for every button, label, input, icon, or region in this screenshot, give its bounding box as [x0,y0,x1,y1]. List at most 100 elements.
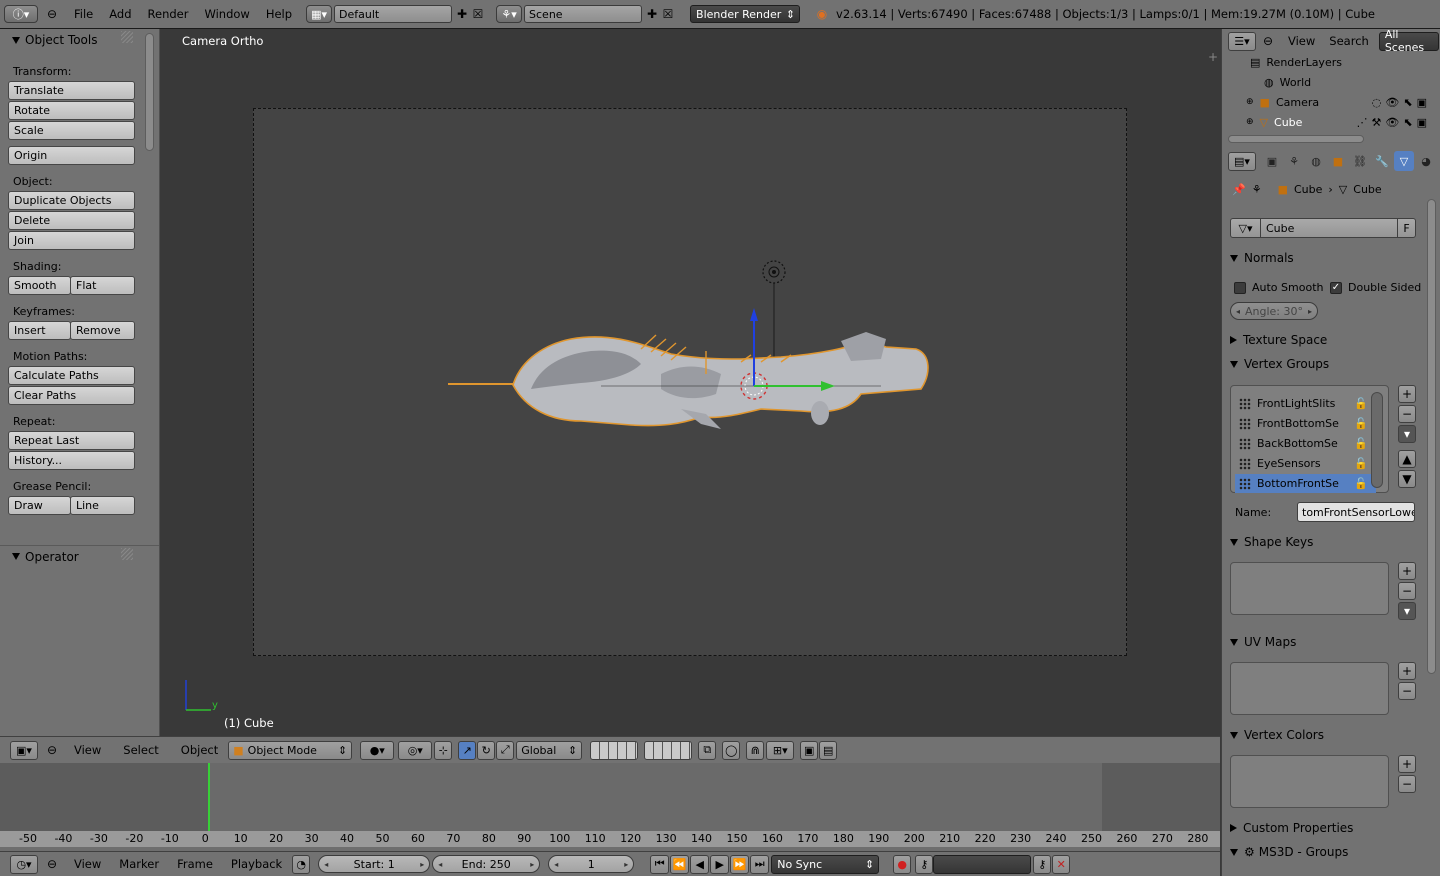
scale-button[interactable]: Scale [8,121,135,140]
menu-select[interactable]: Select [117,743,164,757]
menu-file[interactable]: File [66,7,101,21]
collapse-menu-icon[interactable]: ⊖ [44,6,60,22]
editor-type-timeline-icon[interactable]: ◷▾ [10,854,38,874]
tool-shelf-scrollbar[interactable] [145,33,154,151]
add-shape-key-icon[interactable]: + [1398,562,1416,580]
auto-smooth-checkbox[interactable]: Auto Smooth [1234,281,1323,294]
vertex-group-row-selected[interactable]: BottomFrontSe 🔓 [1235,474,1376,493]
smooth-button[interactable]: Smooth [8,276,71,295]
current-frame-cursor[interactable] [208,763,210,831]
auto-smooth-angle-field[interactable]: ◂ Angle: 30° ▸ [1230,302,1318,320]
select-cursor-icon[interactable]: ⬉ [1403,116,1412,129]
rotate-manipulator-icon[interactable]: ↻ [477,740,496,760]
shape-keys-list[interactable] [1230,562,1389,615]
display-mode-select[interactable]: All Scenes [1378,28,1439,54]
object-tools-panel-header[interactable]: Object Tools [0,29,159,51]
ms3d-groups-panel-header[interactable]: ⚙ MS3D - Groups [1230,841,1420,863]
lock-icon[interactable]: 🔓 [1354,397,1368,410]
expand-icon[interactable]: ⊕ [1246,117,1254,127]
timeline[interactable]: -50 -40 -30 -20 -10 0 10 20 30 40 50 60 70 80 90 100 110… [0,763,1220,851]
remove-keyframe-button[interactable]: Remove [70,321,135,340]
pin-icon[interactable]: 📌 [1232,183,1246,196]
double-sided-checkbox[interactable]: ✓ Double Sided [1330,281,1421,294]
increment-arrow-icon[interactable]: ▸ [420,860,424,869]
normals-panel-header[interactable]: Normals [1230,247,1420,269]
operator-panel-header[interactable]: Operator [0,545,159,567]
lock-icon[interactable]: 🔓 [1354,417,1368,430]
render-animation-icon[interactable]: ▤ [819,740,838,760]
lock-icon[interactable]: 🔓 [1354,477,1368,490]
menu-marker[interactable]: Marker [113,857,165,871]
render-engine-select[interactable]: Blender Render ⇕ [690,5,801,23]
3d-viewport[interactable]: Camera Ortho y + (1) Cube [161,29,1220,736]
delete-keying-set-icon[interactable]: ✕ [1052,854,1071,874]
render-camera-icon[interactable]: ▣ [1417,116,1427,129]
decrement-arrow-icon[interactable]: ◂ [324,860,328,869]
decrement-arrow-icon[interactable]: ◂ [1236,307,1240,316]
current-frame-field[interactable]: ◂ 1 ▸ [548,855,635,873]
menu-object[interactable]: Object [175,743,224,757]
lock-icon[interactable]: 🔓 [1354,457,1368,470]
outliner-row-world[interactable]: ◍ World [1222,72,1427,92]
properties-scrollbar[interactable] [1427,199,1436,674]
vertex-group-name-field[interactable]: tomFrontSensorLower [1297,502,1415,522]
sync-mode-select[interactable]: No Sync ⇕ [771,854,880,874]
duplicate-objects-button[interactable]: Duplicate Objects [8,191,135,210]
calculate-paths-button[interactable]: Calculate Paths [8,366,135,385]
orientation-select[interactable]: Global ⇕ [516,740,583,760]
decrement-arrow-icon[interactable]: ◂ [438,860,442,869]
menu-add[interactable]: Add [101,7,139,21]
visibility-eye-icon[interactable]: 👁 [1385,96,1399,109]
screen-layout-field[interactable]: Default [334,5,453,23]
add-scene-icon[interactable]: ✚ [644,6,660,22]
mesh-data-tab-icon[interactable]: ▽ [1394,151,1414,171]
repeat-last-button[interactable]: Repeat Last [8,431,135,450]
collapse-menu-icon[interactable]: ⊖ [1260,33,1276,49]
vertex-group-row[interactable]: FrontLightSlits 🔓 [1235,394,1376,413]
snap-element-icon[interactable]: ⊞▾ [766,740,795,760]
object-mode-select[interactable]: ■ Object Mode ⇕ [228,740,353,760]
outliner-row-renderlayers[interactable]: ▤ RenderLayers [1222,52,1427,72]
decrement-arrow-icon[interactable]: ◂ [554,860,558,869]
prev-keyframe-icon[interactable]: ⏪ [670,854,690,874]
lock-layers-icon[interactable]: ⧉ [698,740,717,760]
menu-playback[interactable]: Playback [225,857,288,871]
history-button[interactable]: History... [8,451,135,470]
visibility-eye-icon[interactable]: 👁 [1385,116,1399,129]
clear-paths-button[interactable]: Clear Paths [8,386,135,405]
increment-arrow-icon[interactable]: ▸ [624,860,628,869]
delete-scene-icon[interactable]: ☒ [660,6,676,22]
next-keyframe-icon[interactable]: ⏩ [730,854,750,874]
snap-toggle-icon[interactable]: ⋒ [746,740,765,760]
record-keyframe-icon[interactable]: ● [893,854,912,874]
vertex-colors-list[interactable] [1230,755,1389,808]
proportional-edit-icon[interactable]: ◯ [722,740,741,760]
origin-button[interactable]: Origin [8,146,135,165]
translate-button[interactable]: Translate [8,81,135,100]
menu-search[interactable]: Search [1323,34,1375,48]
move-down-icon[interactable]: ▼ [1398,470,1416,488]
render-tab-icon[interactable]: ▣ [1262,151,1282,171]
uv-maps-list[interactable] [1230,662,1389,715]
expand-icon[interactable]: ⊕ [1246,97,1254,107]
outliner-scrollbar[interactable] [1228,135,1364,143]
scene-tab-icon[interactable]: ⚘ [1284,151,1304,171]
uv-maps-panel-header[interactable]: UV Maps [1230,631,1420,653]
add-vertex-color-icon[interactable]: + [1398,755,1416,773]
add-vertex-group-icon[interactable]: + [1398,385,1416,403]
material-tab-icon[interactable]: ◕ [1416,151,1436,171]
vertex-groups-scrollbar[interactable] [1371,392,1383,488]
start-frame-field[interactable]: ◂ Start: 1 ▸ [318,855,431,873]
insert-keying-set-icon[interactable]: ⚷ [1033,854,1052,874]
menu-help[interactable]: Help [258,7,300,21]
mesh-datablock-field[interactable]: ▽▾ Cube F [1230,218,1416,238]
constraints-tab-icon[interactable]: ⛓ [1350,151,1370,171]
viewport-shading-icon[interactable]: ●▾ [360,740,395,760]
translate-manipulator-icon[interactable]: ↗ [458,740,477,760]
insert-keyframe-button[interactable]: Insert [8,321,71,340]
keying-set-field[interactable] [933,854,1032,874]
menu-view[interactable]: View [68,857,107,871]
cube-object-mesh[interactable] [448,332,929,429]
increment-arrow-icon[interactable]: ▸ [1308,307,1312,316]
render-opengl-icon[interactable]: ▣ [800,740,819,760]
